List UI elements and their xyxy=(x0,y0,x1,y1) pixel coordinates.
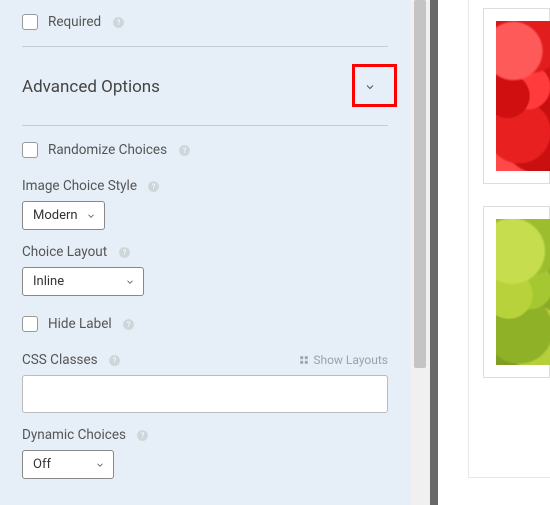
hide-label-checkbox[interactable] xyxy=(22,316,38,332)
advanced-options-title: Advanced Options xyxy=(22,77,160,97)
scrollbar-thumb[interactable] xyxy=(414,0,426,368)
svg-text:?: ? xyxy=(122,248,126,257)
panel-divider[interactable] xyxy=(430,0,438,505)
chevron-down-icon xyxy=(86,211,96,221)
required-row: Required ? xyxy=(22,8,388,36)
choice-layout-block: Choice Layout ? Inline xyxy=(22,244,388,296)
svg-text:?: ? xyxy=(127,320,131,329)
image-choice-style-label: Image Choice Style xyxy=(22,178,137,194)
required-label: Required xyxy=(48,14,101,30)
chevron-down-icon[interactable] xyxy=(352,69,388,105)
pear-image xyxy=(496,219,550,365)
help-icon[interactable]: ? xyxy=(111,15,125,29)
preview-container xyxy=(468,0,550,478)
divider xyxy=(22,125,388,126)
image-choice-card[interactable] xyxy=(483,8,550,184)
help-icon[interactable]: ? xyxy=(122,317,136,331)
choice-layout-select[interactable]: Inline xyxy=(22,267,144,296)
help-icon[interactable]: ? xyxy=(108,353,122,367)
svg-text:?: ? xyxy=(141,431,145,440)
preview-panel xyxy=(438,0,550,505)
scrollbar-track[interactable] xyxy=(410,0,430,505)
grid-icon xyxy=(299,355,309,365)
image-choice-style-block: Image Choice Style ? Modern xyxy=(22,178,388,230)
randomize-label: Randomize Choices xyxy=(48,142,167,158)
help-icon[interactable]: ? xyxy=(136,428,150,442)
chevron-down-icon xyxy=(95,460,105,470)
svg-text:?: ? xyxy=(113,356,117,365)
svg-text:?: ? xyxy=(152,182,156,191)
choice-layout-label: Choice Layout xyxy=(22,244,107,260)
css-classes-label: CSS Classes xyxy=(22,352,98,368)
select-value: Inline xyxy=(33,274,64,289)
required-checkbox[interactable] xyxy=(22,14,38,30)
settings-sidebar: Required ? Advanced Options Randomize Ch… xyxy=(0,0,410,505)
select-value: Modern xyxy=(33,208,78,223)
image-choice-style-select[interactable]: Modern xyxy=(22,201,105,230)
dynamic-choices-label: Dynamic Choices xyxy=(22,427,126,443)
image-choice-card[interactable] xyxy=(483,206,550,378)
show-layouts-label: Show Layouts xyxy=(313,353,388,367)
randomize-checkbox[interactable] xyxy=(22,142,38,158)
help-icon[interactable]: ? xyxy=(117,245,131,259)
randomize-row: Randomize Choices ? xyxy=(22,136,388,164)
chevron-down-icon xyxy=(125,277,135,287)
select-value: Off xyxy=(33,457,51,472)
hide-label-row: Hide Label ? xyxy=(22,310,388,338)
svg-text:?: ? xyxy=(182,146,186,155)
css-classes-block: CSS Classes ? Show Layouts xyxy=(22,352,388,413)
svg-text:?: ? xyxy=(116,18,120,27)
dynamic-choices-block: Dynamic Choices ? Off xyxy=(22,427,388,479)
help-icon[interactable]: ? xyxy=(177,143,191,157)
css-classes-input[interactable] xyxy=(22,375,388,413)
dynamic-choices-select[interactable]: Off xyxy=(22,450,114,479)
advanced-options-header[interactable]: Advanced Options xyxy=(22,47,388,125)
hide-label-label: Hide Label xyxy=(48,316,112,332)
strawberry-image xyxy=(496,21,550,171)
help-icon[interactable]: ? xyxy=(147,179,161,193)
show-layouts-link[interactable]: Show Layouts xyxy=(299,353,388,367)
